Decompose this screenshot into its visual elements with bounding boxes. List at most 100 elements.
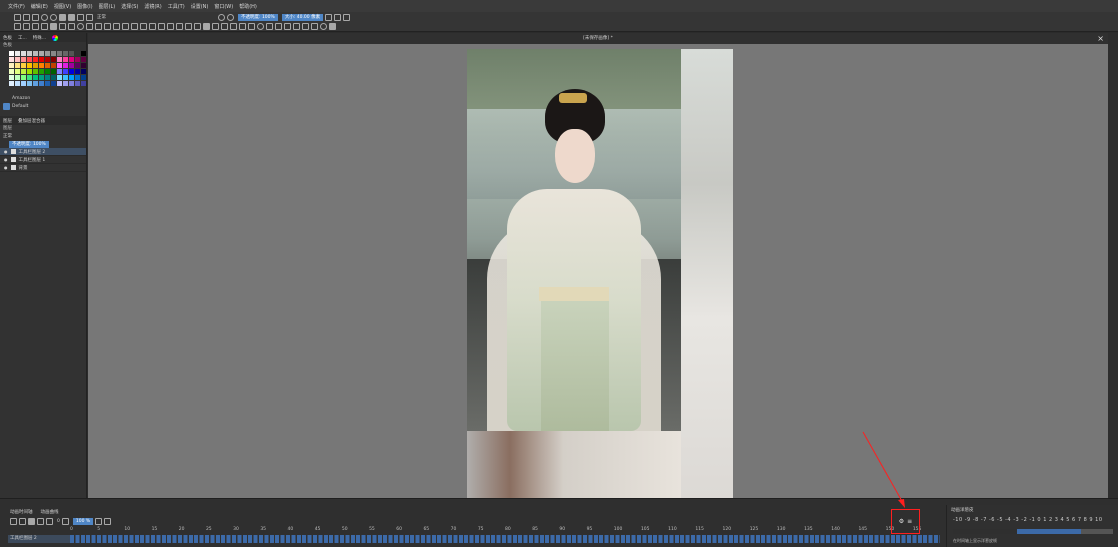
timeline-menu-button[interactable]: ⚙ ≡ <box>891 509 920 534</box>
redo-icon[interactable] <box>50 13 57 21</box>
tab-special[interactable]: 特殊... <box>33 35 46 41</box>
menu-item[interactable]: 编辑(E) <box>31 3 48 10</box>
color-swatch[interactable] <box>39 69 44 74</box>
visibility-icon[interactable]: ● <box>4 149 8 154</box>
color-swatch[interactable] <box>9 57 14 62</box>
mirror-vertical-icon[interactable] <box>334 13 342 21</box>
color-swatch[interactable] <box>15 51 20 56</box>
color-swatch[interactable] <box>27 57 32 62</box>
new-document-icon[interactable] <box>14 13 21 21</box>
color-swatch[interactable] <box>69 63 74 68</box>
color-swatch[interactable] <box>51 75 56 80</box>
crop-tool-icon[interactable] <box>140 23 147 30</box>
freehand-brush-icon[interactable] <box>50 23 57 30</box>
menu-item[interactable]: 视图(V) <box>54 3 71 10</box>
menu-item[interactable]: 选择(S) <box>121 3 138 10</box>
color-swatch[interactable] <box>21 75 26 80</box>
wrap-around-icon[interactable] <box>343 13 351 21</box>
color-swatch[interactable] <box>45 51 50 56</box>
color-swatch[interactable] <box>81 81 86 86</box>
line-tool-icon[interactable] <box>59 23 66 30</box>
color-swatch[interactable] <box>45 81 50 86</box>
visibility-icon[interactable]: ● <box>4 157 8 162</box>
select-shapes-icon[interactable] <box>14 23 21 30</box>
color-swatch[interactable] <box>51 69 56 74</box>
tab-palette[interactable]: 色板 <box>3 35 12 41</box>
menu-item[interactable]: 窗口(W) <box>214 3 233 10</box>
color-swatch[interactable] <box>57 81 62 86</box>
gradient-icon[interactable] <box>59 13 66 21</box>
tab-overlay-mixer[interactable]: 叠加层混合器 <box>18 118 45 124</box>
color-swatch[interactable] <box>75 69 80 74</box>
color-swatch[interactable] <box>45 63 50 68</box>
palette-name[interactable]: Amazon <box>0 94 86 102</box>
color-swatch[interactable] <box>75 75 80 80</box>
rect-select-icon[interactable] <box>248 23 255 30</box>
color-swatch[interactable] <box>75 51 80 56</box>
colorize-mask-icon[interactable] <box>185 23 192 30</box>
color-swatch[interactable] <box>57 69 62 74</box>
color-swatch[interactable] <box>27 69 32 74</box>
menu-item[interactable]: 文件(F) <box>8 3 25 10</box>
menu-item[interactable]: 滤镜(R) <box>144 3 161 10</box>
first-frame-icon[interactable] <box>10 518 17 525</box>
color-swatch[interactable] <box>33 57 38 62</box>
color-swatch[interactable] <box>9 69 14 74</box>
measure-tool-icon[interactable] <box>230 23 237 30</box>
polygon-select-icon[interactable] <box>266 23 273 30</box>
color-swatch[interactable] <box>15 57 20 62</box>
color-picker-icon[interactable] <box>176 23 183 30</box>
color-swatch[interactable] <box>45 57 50 62</box>
color-wheel-icon[interactable] <box>52 34 59 41</box>
blend-mode-value[interactable]: 正常 <box>97 14 106 20</box>
color-swatch[interactable] <box>45 75 50 80</box>
blend-mode-icon[interactable] <box>86 13 93 21</box>
undo-icon[interactable] <box>41 13 48 21</box>
menu-item[interactable]: 图层(L) <box>99 3 116 10</box>
color-swatch[interactable] <box>27 51 32 56</box>
color-swatch[interactable] <box>81 75 86 80</box>
open-icon[interactable] <box>23 13 30 21</box>
transform-tool-icon[interactable] <box>158 23 165 30</box>
color-swatch[interactable] <box>63 51 68 56</box>
color-swatch[interactable] <box>81 63 86 68</box>
color-swatch[interactable] <box>69 51 74 56</box>
ellipse-select-icon[interactable] <box>257 23 264 30</box>
color-swatch[interactable] <box>63 75 68 80</box>
color-swatch[interactable] <box>51 57 56 62</box>
play-icon[interactable] <box>28 518 35 525</box>
zoom-field[interactable]: 100 % <box>72 518 94 525</box>
color-swatch[interactable] <box>39 63 44 68</box>
mirror-horizontal-icon[interactable] <box>325 13 333 21</box>
color-swatch[interactable] <box>9 63 14 68</box>
color-swatch[interactable] <box>9 75 14 80</box>
color-swatch[interactable] <box>69 69 74 74</box>
color-swatch[interactable] <box>45 69 50 74</box>
color-swatch[interactable] <box>9 51 14 56</box>
color-swatch[interactable] <box>51 63 56 68</box>
save-icon[interactable] <box>32 13 39 21</box>
color-swatch[interactable] <box>81 57 86 62</box>
color-swatch[interactable] <box>75 57 80 62</box>
fill-tool-icon[interactable] <box>203 23 210 30</box>
audio-icon[interactable] <box>104 518 112 525</box>
color-swatch[interactable] <box>75 81 80 86</box>
color-swatch[interactable] <box>75 63 80 68</box>
text-tool-icon[interactable] <box>23 23 30 30</box>
color-swatch[interactable] <box>57 51 62 56</box>
color-swatch[interactable] <box>21 57 26 62</box>
magnetic-select-icon[interactable] <box>311 23 318 30</box>
color-swatch[interactable] <box>21 51 26 56</box>
bezier-select-icon[interactable] <box>302 23 309 30</box>
onion-skin-frames[interactable]: -10 -9 -8 -7 -6 -5 -4 -3 -2 -1 0 1 2 3 4… <box>953 517 1103 523</box>
color-swatch[interactable] <box>27 81 32 86</box>
layer-row[interactable]: ● 背景 <box>0 164 86 172</box>
color-swatch[interactable] <box>15 63 20 68</box>
prev-keyframe-icon[interactable] <box>19 518 26 525</box>
color-swatch[interactable] <box>15 69 20 74</box>
polygon-tool-icon[interactable] <box>86 23 93 30</box>
color-swatch[interactable] <box>63 57 68 62</box>
gradient-tool-icon[interactable] <box>167 23 174 30</box>
edit-shapes-icon[interactable] <box>32 23 39 30</box>
tab-tools[interactable]: 工... <box>18 35 27 41</box>
